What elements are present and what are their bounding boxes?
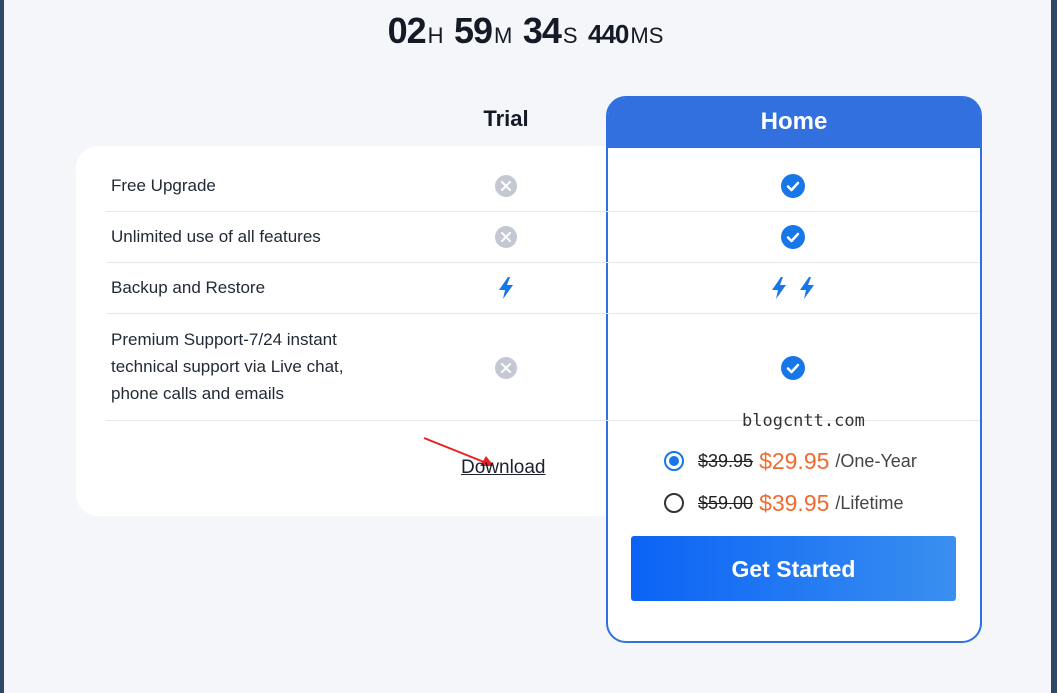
- timer-hours-unit: H: [427, 23, 444, 48]
- timer-ms: 440: [588, 19, 629, 49]
- home-plan-title: Home: [608, 98, 980, 148]
- feature-label-line: phone calls and emails: [111, 384, 284, 403]
- double-bolt-icon: [770, 276, 818, 305]
- x-icon: [495, 357, 517, 379]
- old-price: $59.00: [698, 492, 754, 513]
- get-started-button[interactable]: Get Started: [631, 536, 956, 601]
- feature-label-backup-restore: Backup and Restore: [111, 278, 266, 297]
- timer-minutes: 59: [453, 10, 493, 51]
- trial-plan-title: Trial: [483, 106, 529, 131]
- timer-ms-unit: MS: [630, 23, 664, 48]
- price-period: /Lifetime: [835, 492, 904, 513]
- row-divider: [106, 211, 980, 212]
- watermark-text: blogcntt.com: [742, 411, 865, 431]
- timer-hours: 02: [387, 10, 427, 51]
- row-divider: [106, 262, 980, 263]
- old-price: $39.95: [698, 450, 754, 471]
- price-option-lifetime[interactable]: $59.00 $39.95 /Lifetime: [664, 488, 903, 518]
- timer-minutes-unit: M: [494, 23, 513, 48]
- x-icon: [495, 226, 517, 248]
- new-price: $39.95: [759, 489, 830, 516]
- check-icon: [781, 174, 805, 198]
- feature-label-premium-support: Premium Support-7/24 instant technical s…: [111, 326, 343, 407]
- price-option-one-year[interactable]: $39.95 $29.95 /One-Year: [664, 446, 917, 476]
- radio-one-year[interactable]: [664, 451, 684, 471]
- check-icon: [781, 356, 805, 380]
- row-divider: [106, 313, 980, 314]
- price-period: /One-Year: [835, 450, 917, 471]
- timer-seconds: 34: [522, 10, 562, 51]
- countdown-timer: 02H 59M 34S 440MS: [0, 10, 1057, 52]
- bolt-icon: [497, 276, 515, 305]
- radio-lifetime[interactable]: [664, 493, 684, 513]
- feature-label-free-upgrade: Free Upgrade: [111, 176, 216, 195]
- feature-label-line: Premium Support-7/24 instant: [111, 330, 337, 349]
- timer-seconds-unit: S: [562, 23, 578, 48]
- check-icon: [781, 225, 805, 249]
- feature-label-line: technical support via Live chat,: [111, 357, 344, 376]
- download-link[interactable]: Download: [461, 457, 546, 479]
- new-price: $29.95: [759, 447, 830, 474]
- x-icon: [495, 175, 517, 197]
- feature-label-unlimited-use: Unlimited use of all features: [111, 227, 321, 246]
